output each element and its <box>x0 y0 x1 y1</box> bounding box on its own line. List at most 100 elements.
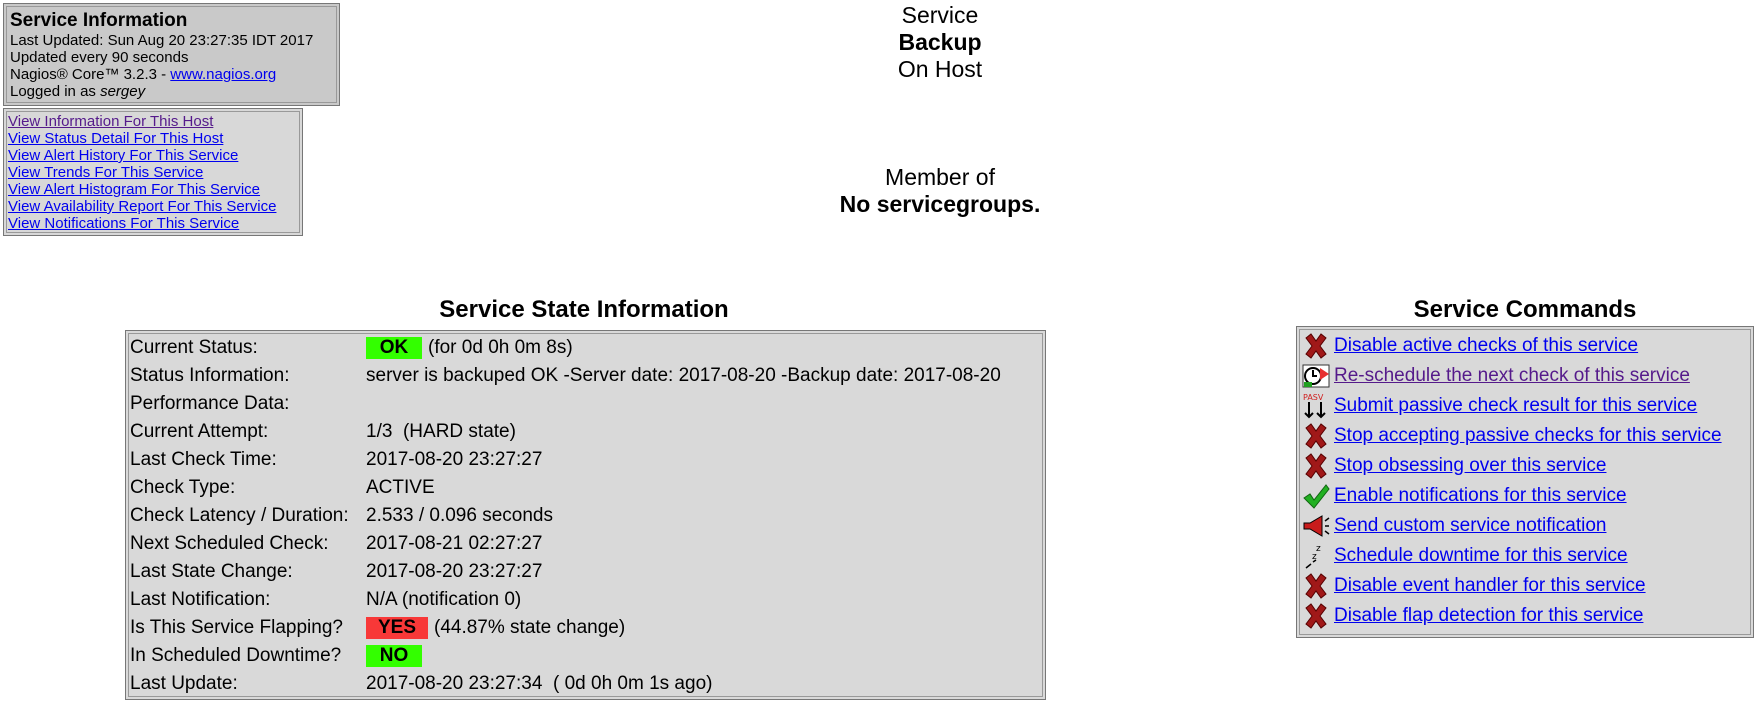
link-alert-history[interactable]: View Alert History For This Service <box>8 147 298 164</box>
stop-obsessing-link[interactable]: Stop obsessing over this service <box>1334 455 1606 477</box>
svg-text:PASV: PASV <box>1303 393 1324 402</box>
downtime-badge: NO <box>366 645 422 667</box>
commands-section-title: Service Commands <box>1413 296 1637 323</box>
row-label: Status Information: <box>130 365 290 386</box>
command-item: Disable event handler for this service <box>1301 571 1749 601</box>
disable-active-checks-link[interactable]: Disable active checks of this service <box>1334 335 1638 357</box>
row-label: Check Latency / Duration: <box>130 505 349 526</box>
table-row: Next Scheduled Check: 2017-08-21 02:27:2… <box>130 530 1039 558</box>
row-value: 2017-08-20 23:27:27 <box>366 449 543 470</box>
downtime-icon: zz <box>1301 542 1331 570</box>
service-header: Service Backup On Host <box>760 2 1120 83</box>
link-notifications[interactable]: View Notifications For This Service <box>8 215 298 232</box>
command-item: Stop obsessing over this service <box>1301 451 1749 481</box>
table-row: Status Information: server is backuped O… <box>130 362 1039 390</box>
servicegroups: No servicegroups. <box>839 191 1041 217</box>
stop-passive-checks-link[interactable]: Stop accepting passive checks for this s… <box>1334 425 1722 447</box>
table-row: Last Update: 2017-08-20 23:27:34 ( 0d 0h… <box>130 670 1039 698</box>
table-row: Check Latency / Duration: 2.533 / 0.096 … <box>130 502 1039 530</box>
link-trends[interactable]: View Trends For This Service <box>8 164 298 181</box>
submit-passive-result-link[interactable]: Submit passive check result for this ser… <box>1334 395 1697 417</box>
command-item: Disable flap detection for this service <box>1301 601 1749 631</box>
status-badge: OK <box>366 337 422 359</box>
schedule-downtime-link[interactable]: Schedule downtime for this service <box>1334 545 1628 567</box>
command-item: Stop accepting passive checks for this s… <box>1301 421 1749 451</box>
megaphone-icon <box>1301 512 1331 540</box>
command-item: Enable notifications for this service <box>1301 481 1749 511</box>
header-host-label: On Host <box>897 56 983 82</box>
command-item: PASV Submit passive check result for thi… <box>1301 391 1749 421</box>
flapping-percent: (44.87% state change) <box>434 617 626 638</box>
logged-in-text: Logged in as <box>10 83 101 100</box>
update-interval: Updated every 90 seconds <box>10 49 189 66</box>
table-row: In Scheduled Downtime? NO <box>130 642 1039 670</box>
state-table: Current Status: OK (for 0d 0h 0m 8s) Stat… <box>125 330 1046 700</box>
row-value: 1/3 (HARD state) <box>366 421 516 442</box>
version-line: Nagios® Core™ 3.2.3 - www.nagios.org <box>10 66 333 83</box>
table-row: Last State Change: 2017-08-20 23:27:27 <box>130 558 1039 586</box>
reschedule-check-link[interactable]: Re-schedule the next check of this servi… <box>1334 365 1690 387</box>
row-label: Next Scheduled Check: <box>130 533 329 554</box>
row-value: 2017-08-20 23:27:34 ( 0d 0h 0m 1s ago) <box>366 673 713 694</box>
command-item: Send custom service notification <box>1301 511 1749 541</box>
header-service-label: Service <box>901 2 979 28</box>
info-title: Service Information <box>10 10 188 31</box>
table-row: Last Check Time: 2017-08-20 23:27:27 <box>130 446 1039 474</box>
link-availability[interactable]: View Availability Report For This Servic… <box>8 198 298 215</box>
row-label: Current Status: <box>130 337 258 358</box>
table-row: Is This Service Flapping? YES (44.87% sta… <box>130 614 1039 642</box>
disable-icon <box>1301 452 1331 480</box>
row-label: In Scheduled Downtime? <box>130 645 342 666</box>
row-value: N/A (notification 0) <box>366 589 522 610</box>
disable-flap-detection-link[interactable]: Disable flap detection for this service <box>1334 605 1643 627</box>
row-value: 2.533 / 0.096 seconds <box>366 505 553 526</box>
row-value: NO <box>366 645 1039 667</box>
command-item: Re-schedule the next check of this servi… <box>1301 361 1749 391</box>
row-value: server is backuped OK -Server date: 2017… <box>366 365 1001 386</box>
table-row: Last Notification: N/A (notification 0) <box>130 586 1039 614</box>
row-value: YES (44.87% state change) <box>366 617 1039 639</box>
disable-event-handler-link[interactable]: Disable event handler for this service <box>1334 575 1646 597</box>
link-alert-histogram[interactable]: View Alert Histogram For This Service <box>8 181 298 198</box>
link-host-status[interactable]: View Status Detail For This Host <box>8 130 298 147</box>
svg-text:z: z <box>1316 544 1321 554</box>
service-info-box: Service Information Last Updated: Sun Au… <box>3 3 340 106</box>
row-label: Last Notification: <box>130 589 271 610</box>
table-row: Current Attempt: 1/3 (HARD state) <box>130 418 1039 446</box>
service-name: Backup <box>898 29 982 55</box>
send-custom-notification-link[interactable]: Send custom service notification <box>1334 515 1606 537</box>
commands-box: Disable active checks of this service Re… <box>1296 326 1754 638</box>
disable-icon <box>1301 332 1331 360</box>
state-section-title: Service State Information <box>439 296 729 323</box>
nav-links-box: View Information For This Host View Stat… <box>3 108 303 236</box>
row-label: Performance Data: <box>130 393 290 414</box>
last-updated: Last Updated: Sun Aug 20 23:27:35 IDT 20… <box>10 32 314 49</box>
row-label: Last State Change: <box>130 561 293 582</box>
member-of: Member of No servicegroups. <box>760 164 1120 218</box>
member-of-label: Member of <box>885 164 995 190</box>
row-value: 2017-08-20 23:27:27 <box>366 561 543 582</box>
row-value: ACTIVE <box>366 477 435 498</box>
username: sergey <box>100 83 146 100</box>
row-label: Check Type: <box>130 477 236 498</box>
reschedule-icon <box>1301 362 1331 390</box>
disable-icon <box>1301 572 1331 600</box>
table-row: Check Type: ACTIVE <box>130 474 1039 502</box>
status-duration: (for 0d 0h 0m 8s) <box>428 337 573 358</box>
version-text: Nagios® Core™ 3.2.3 - <box>10 66 171 83</box>
row-value: 2017-08-21 02:27:27 <box>366 533 543 554</box>
flapping-badge: YES <box>366 617 428 639</box>
table-row: Performance Data: <box>130 390 1039 418</box>
row-label: Last Check Time: <box>130 449 277 470</box>
disable-icon <box>1301 602 1331 630</box>
command-item: zz Schedule downtime for this service <box>1301 541 1749 571</box>
table-row: Current Status: OK (for 0d 0h 0m 8s) <box>130 334 1039 362</box>
row-label: Is This Service Flapping? <box>130 617 343 638</box>
enable-notifications-link[interactable]: Enable notifications for this service <box>1334 485 1627 507</box>
nagios-link[interactable]: www.nagios.org <box>170 66 276 83</box>
row-label: Current Attempt: <box>130 421 269 442</box>
row-label: Last Update: <box>130 673 238 694</box>
logged-in-line: Logged in as sergey <box>10 83 333 100</box>
link-host-info[interactable]: View Information For This Host <box>8 113 298 130</box>
row-value: OK (for 0d 0h 0m 8s) <box>366 337 1039 359</box>
